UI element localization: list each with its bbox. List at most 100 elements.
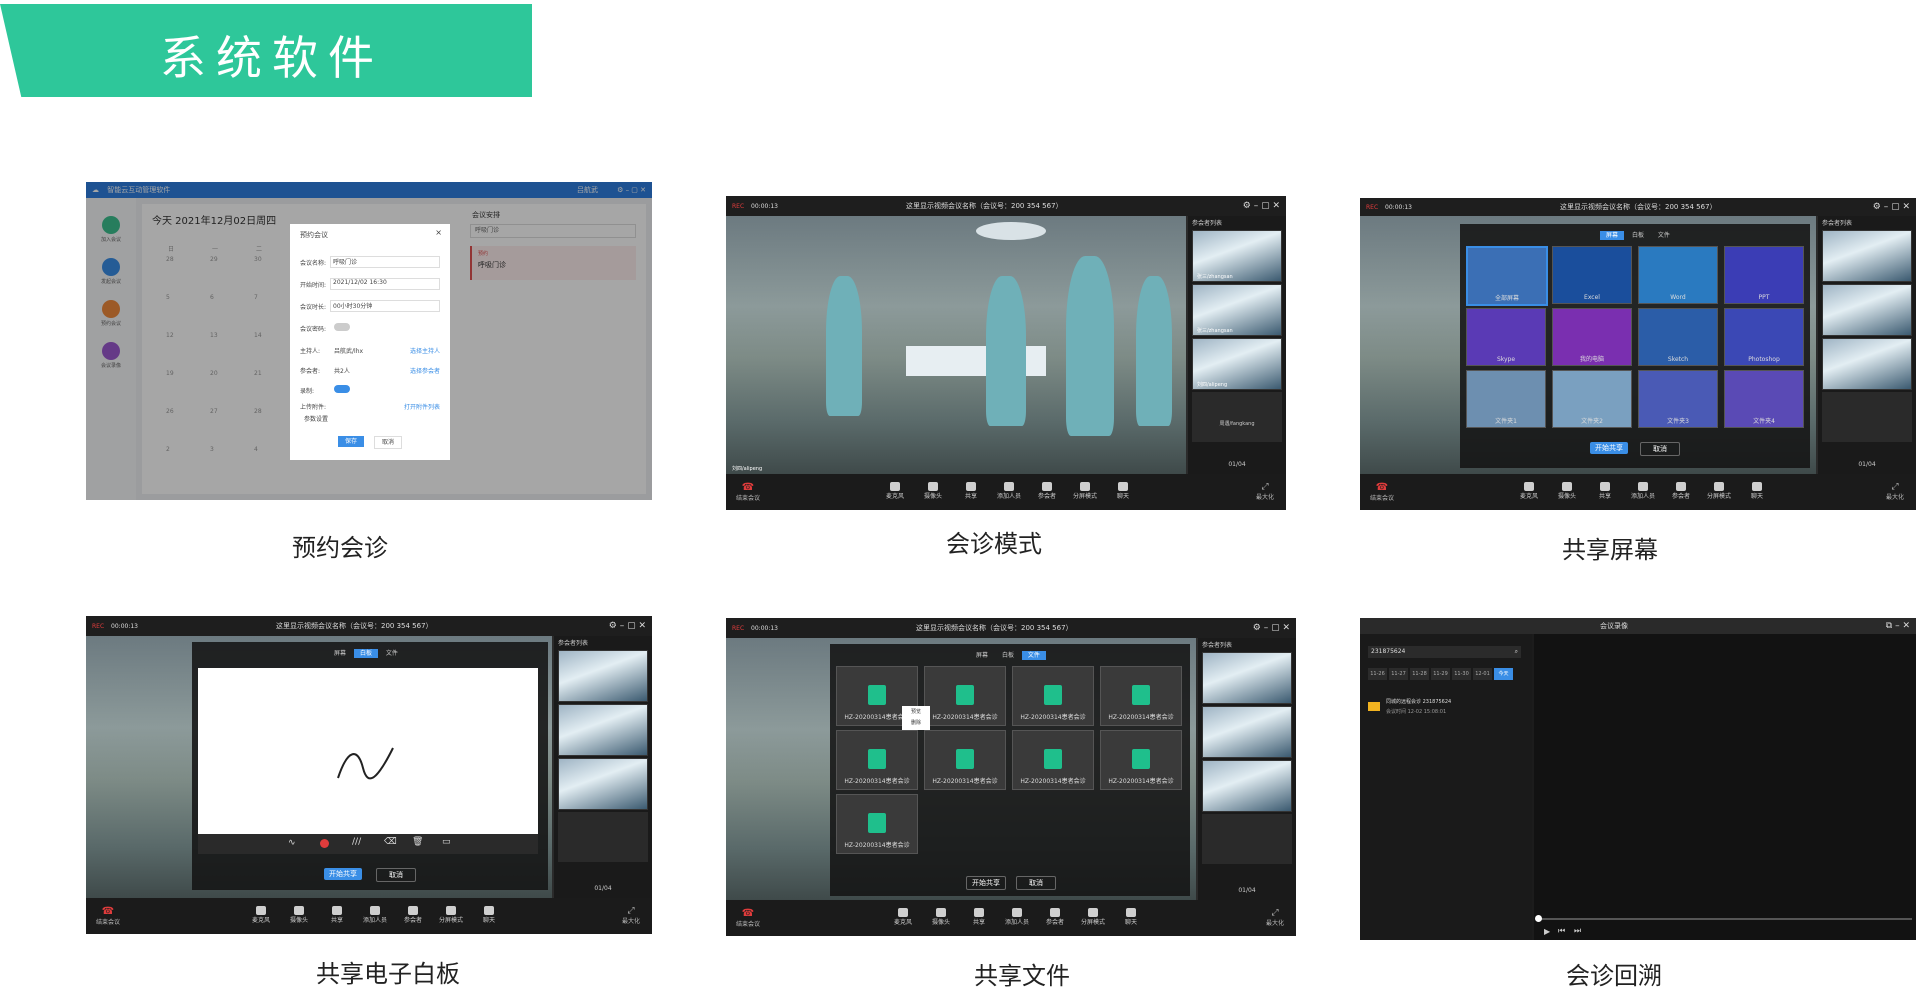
control-button[interactable]: 聊天 — [1104, 482, 1142, 501]
window-controls[interactable]: ⚙ – ▢ ✕ — [1253, 618, 1290, 638]
maximize-button[interactable]: ⤢ 最大化 — [622, 906, 640, 925]
screen-option[interactable]: Photoshop — [1724, 308, 1804, 366]
search-icon[interactable]: ⌕ — [1515, 646, 1518, 658]
control-button[interactable]: 参会者 — [1028, 482, 1066, 501]
host-link[interactable]: 选择主持人 — [410, 346, 440, 355]
recording-search-input[interactable]: 231875624 ⌕ — [1368, 646, 1521, 658]
window-controls[interactable]: ⚙ – ▢ ✕ — [609, 616, 646, 636]
file-item[interactable]: HZ-20200314患者会诊 — [836, 794, 918, 854]
control-button[interactable]: 共享 — [318, 906, 356, 925]
control-button[interactable]: 参会者 — [394, 906, 432, 925]
tab-whiteboard[interactable]: 白板 — [1626, 231, 1650, 240]
control-button[interactable]: 摄像头 — [1548, 482, 1586, 501]
control-button[interactable]: 聊天 — [1738, 482, 1776, 501]
participant-video[interactable] — [558, 758, 648, 810]
attach-link[interactable]: 打开附件列表 — [404, 402, 440, 411]
control-button[interactable]: 添加人员 — [998, 908, 1036, 927]
window-controls[interactable]: ⚙ – ▢ ✕ — [1243, 196, 1280, 216]
date-tab[interactable]: 11-28 — [1410, 668, 1429, 680]
cancel-button[interactable]: 取消 — [374, 436, 402, 449]
participant-video[interactable]: 张三/zhangsan — [1192, 284, 1282, 336]
color-tool-icon[interactable] — [320, 839, 329, 848]
file-item[interactable]: HZ-20200314患者会诊 — [924, 666, 1006, 726]
file-item[interactable]: HZ-20200314患者会诊 — [1100, 666, 1182, 726]
window-controls[interactable]: ⚙ – ▢ ✕ — [1873, 198, 1910, 216]
screen-option[interactable]: Sketch — [1638, 308, 1718, 366]
participants-link[interactable]: 选择参会者 — [410, 366, 440, 375]
participant-video[interactable] — [1822, 284, 1912, 336]
control-button[interactable]: 分屏模式 — [1700, 482, 1738, 501]
control-button[interactable]: 添加人员 — [990, 482, 1028, 501]
screen-option[interactable]: Excel — [1552, 246, 1632, 304]
control-button[interactable]: 聊天 — [1112, 908, 1150, 927]
trash-icon[interactable]: 🗑 — [412, 837, 423, 847]
control-button[interactable]: 参会者 — [1662, 482, 1700, 501]
participant-audio-only[interactable] — [558, 812, 648, 862]
end-meeting-button[interactable]: ☎ 结束会议 — [736, 482, 760, 502]
line-tool-icon[interactable]: /// — [352, 837, 361, 847]
file-item[interactable]: HZ-20200314患者会诊 — [1100, 730, 1182, 790]
eraser-icon[interactable]: ⌫ — [384, 837, 397, 847]
maximize-button[interactable]: ⤢ 最大化 — [1886, 482, 1904, 501]
date-tab[interactable]: 12-01 — [1473, 668, 1492, 680]
progress-handle[interactable] — [1535, 915, 1542, 922]
cancel-share-button[interactable]: 取消 — [376, 868, 416, 882]
dialog-close-icon[interactable]: × — [435, 228, 442, 237]
end-meeting-button[interactable]: ☎ 结束会议 — [1370, 482, 1394, 502]
recording-item[interactable]: 同城的远程会诊 231875624 会议时间 12-02 15:08:01 — [1368, 698, 1526, 722]
start-share-button[interactable]: 开始共享 — [966, 876, 1006, 890]
pen-tool-icon[interactable]: ∿ — [288, 838, 296, 848]
cancel-share-button[interactable]: 取消 — [1640, 442, 1680, 456]
screen-option[interactable]: 文件夹1 — [1466, 370, 1546, 428]
control-button[interactable]: 分屏模式 — [432, 906, 470, 925]
playback-progress[interactable] — [1535, 915, 1912, 922]
record-toggle[interactable] — [334, 385, 350, 393]
date-tab[interactable]: 11-29 — [1431, 668, 1450, 680]
participant-video[interactable] — [558, 650, 648, 702]
whiteboard-canvas[interactable] — [198, 668, 538, 834]
prev-icon[interactable]: ⏮ — [1558, 926, 1565, 936]
password-toggle[interactable] — [334, 323, 350, 331]
control-button[interactable]: 聊天 — [470, 906, 508, 925]
participant-audio-only[interactable] — [1822, 392, 1912, 442]
cancel-share-button[interactable]: 取消 — [1016, 876, 1056, 890]
participant-video[interactable]: 刘四/alipeng — [1192, 338, 1282, 390]
participant-video[interactable] — [558, 704, 648, 756]
control-button[interactable]: 添加人员 — [356, 906, 394, 925]
control-button[interactable]: 摄像头 — [922, 908, 960, 927]
maximize-button[interactable]: ⤢ 最大化 — [1256, 482, 1274, 501]
name-field[interactable]: 呼吸门诊 — [330, 256, 440, 268]
participant-video[interactable] — [1822, 230, 1912, 282]
delete-menu-item[interactable]: 删除 — [902, 719, 930, 726]
participant-audio-only[interactable]: 周遇/fangkang — [1192, 392, 1282, 442]
file-item[interactable]: HZ-20200314患者会诊 — [1012, 666, 1094, 726]
control-button[interactable]: 共享 — [960, 908, 998, 927]
control-button[interactable]: 麦克风 — [876, 482, 914, 501]
participant-video[interactable] — [1202, 652, 1292, 704]
screen-option[interactable]: 我的电脑 — [1552, 308, 1632, 366]
maximize-button[interactable]: ⤢ 最大化 — [1266, 908, 1284, 927]
time-field[interactable]: 2021/12/02 16:30 — [330, 278, 440, 290]
participant-audio-only[interactable] — [1202, 814, 1292, 864]
control-button[interactable]: 共享 — [952, 482, 990, 501]
participant-video[interactable] — [1202, 706, 1292, 758]
control-button[interactable]: 分屏模式 — [1066, 482, 1104, 501]
control-button[interactable]: 麦克风 — [884, 908, 922, 927]
play-icon[interactable]: ▶ — [1544, 927, 1550, 936]
params-label[interactable]: 参数设置 — [304, 414, 328, 423]
control-button[interactable]: 参会者 — [1036, 908, 1074, 927]
file-item[interactable]: HZ-20200314患者会诊 — [836, 730, 918, 790]
date-tab[interactable]: 11-30 — [1452, 668, 1471, 680]
control-button[interactable]: 共享 — [1586, 482, 1624, 501]
file-item[interactable]: HZ-20200314患者会诊 — [1012, 730, 1094, 790]
control-button[interactable]: 摄像头 — [280, 906, 318, 925]
date-tab[interactable]: 11-26 — [1368, 668, 1387, 680]
participant-video[interactable] — [1822, 338, 1912, 390]
screen-option[interactable]: 文件夹4 — [1724, 370, 1804, 428]
duration-select[interactable]: 00小时30分钟 — [330, 300, 440, 312]
control-button[interactable]: 添加人员 — [1624, 482, 1662, 501]
control-button[interactable]: 麦克风 — [242, 906, 280, 925]
save-button[interactable]: 保存 — [338, 436, 364, 447]
screen-option[interactable]: PPT — [1724, 246, 1804, 304]
next-icon[interactable]: ⏭ — [1574, 926, 1581, 936]
